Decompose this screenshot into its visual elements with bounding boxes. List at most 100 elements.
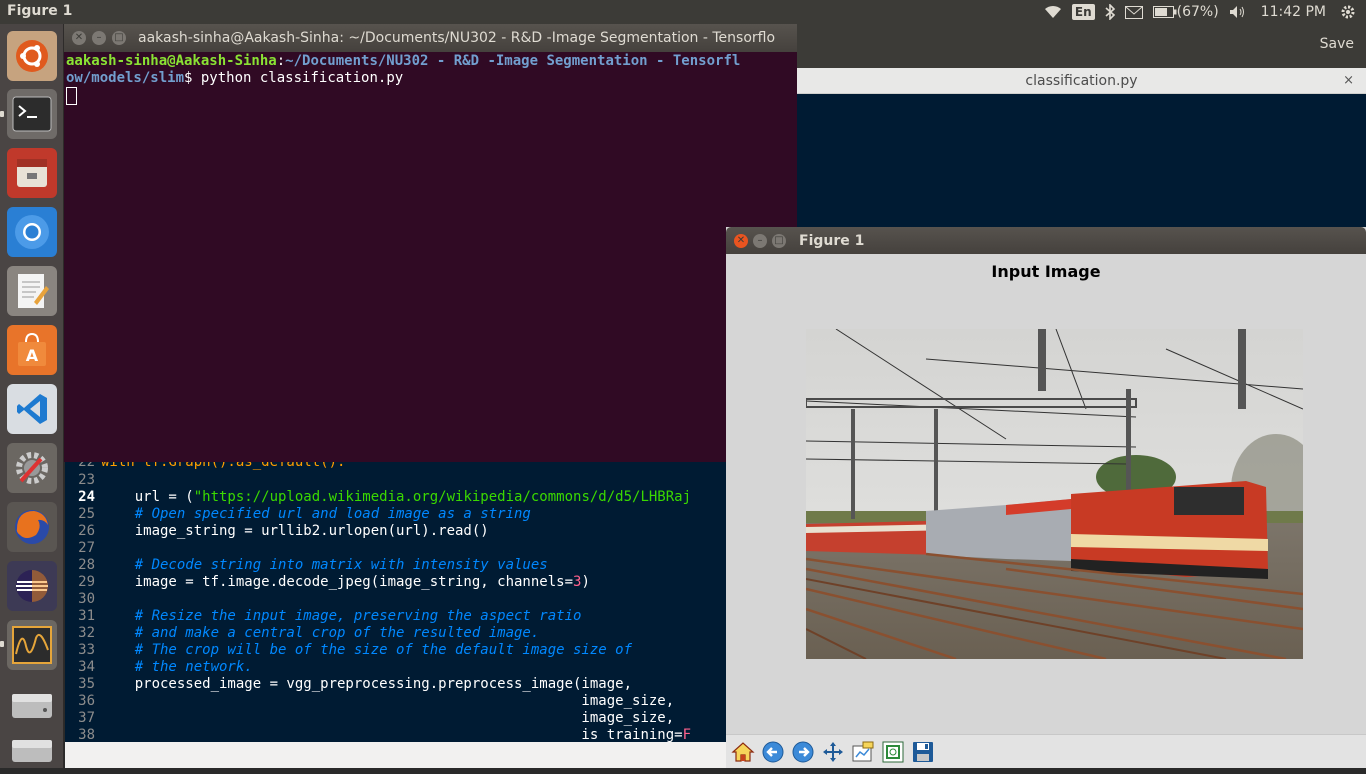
removable-drive-icon[interactable] <box>7 724 57 774</box>
line-number: 34 <box>78 659 95 675</box>
code-token: is_training= <box>101 727 683 742</box>
code-line: 32 # and make a central crop of the resu… <box>65 625 727 642</box>
code-line: 33 # The crop will be of the size of the… <box>65 642 727 659</box>
code-line: 27 <box>65 540 727 557</box>
chromium-icon[interactable] <box>7 207 57 257</box>
terminal-title: aakash-sinha@Aakash-Sinha: ~/Documents/N… <box>138 30 776 46</box>
clock[interactable]: 11:42 PM <box>1257 0 1330 24</box>
close-icon[interactable]: ✕ <box>72 31 86 45</box>
launcher: A <box>0 24 64 768</box>
line-number: 30 <box>78 591 95 607</box>
code-line: 36 image_size, <box>65 693 727 710</box>
code-token: image_string = urllib2.urlopen(url).read… <box>101 523 489 539</box>
code-token: # The crop will be of the size of the de… <box>101 642 633 658</box>
code-line: 25 # Open specified url and load image a… <box>65 506 727 523</box>
prompt-path-continued: ow/models/slim <box>66 70 185 86</box>
bluetooth-icon[interactable] <box>1105 0 1115 24</box>
system-monitor-icon[interactable] <box>7 620 57 670</box>
line-number: 27 <box>78 540 95 556</box>
code-token: url = ( <box>101 489 194 505</box>
code-token: "https://upload.wikimedia.org/wikipedia/… <box>193 489 692 505</box>
line-number: 32 <box>78 625 95 641</box>
keyboard-language-indicator[interactable]: En <box>1071 0 1095 24</box>
battery-icon <box>1152 6 1177 18</box>
code-text: with tf.Graph().as_default(): <box>101 462 346 470</box>
editor-status-bar <box>65 742 727 768</box>
vscode-icon[interactable] <box>7 384 57 434</box>
editor-tab-label: classification.py <box>1025 73 1138 89</box>
figure-window[interactable]: ✕ – □ Figure 1 Input Image <box>726 227 1366 768</box>
line-number: 37 <box>78 710 95 726</box>
prompt-user: aakash-sinha@Aakash-Sinha <box>66 53 277 69</box>
code-line: 23 <box>65 472 727 489</box>
eclipse-icon[interactable] <box>7 561 57 611</box>
line-number: 28 <box>78 557 95 573</box>
plot-title: Input Image <box>991 262 1101 281</box>
software-center-icon[interactable]: A <box>7 325 57 375</box>
battery-indicator[interactable]: (67%) <box>1152 0 1219 24</box>
terminal-titlebar[interactable]: ✕ – □ aakash-sinha@Aakash-Sinha: ~/Docum… <box>64 24 797 52</box>
save-figure-icon[interactable] <box>910 739 936 765</box>
files-icon[interactable] <box>7 148 57 198</box>
forward-icon[interactable] <box>790 739 816 765</box>
language-badge: En <box>1071 4 1095 20</box>
code-token: F <box>682 727 692 742</box>
active-app-title: Figure 1 <box>7 3 73 19</box>
terminal-command: python classification.py <box>192 70 404 86</box>
line-number: 31 <box>78 608 95 624</box>
figure-title: Figure 1 <box>799 233 865 249</box>
code-token: image_size, <box>101 693 675 709</box>
terminal-output: aakash-sinha@Aakash-Sinha:~/Documents/NU… <box>66 53 741 86</box>
code-line: 26 image_string = urllib2.urlopen(url).r… <box>65 523 727 540</box>
top-panel: Figure 1 En (67%) 11:42 PM <box>0 0 1366 24</box>
code-line: 34 # the network. <box>65 659 727 676</box>
code-line: 30 <box>65 591 727 608</box>
line-number: 29 <box>78 574 95 590</box>
zoom-icon[interactable] <box>880 739 906 765</box>
mail-icon[interactable] <box>1124 0 1143 24</box>
maximize-icon[interactable]: □ <box>112 31 126 45</box>
code-token: image_size, <box>101 710 675 726</box>
tab-close-icon[interactable]: × <box>1343 68 1354 94</box>
line-number: 23 <box>78 472 95 488</box>
line-number: 24 <box>78 489 95 505</box>
prompt-path: ~/Documents/NU302 - R&D -Image Segmentat… <box>285 53 741 69</box>
line-number: 36 <box>78 693 95 709</box>
code-line: 38 is_training=F <box>65 727 727 742</box>
ubuntu-dash-icon[interactable] <box>7 31 57 81</box>
terminal-window[interactable]: ✕ – □ aakash-sinha@Aakash-Sinha: ~/Docum… <box>64 24 797 462</box>
code-line: 37 image_size, <box>65 710 727 727</box>
maximize-icon[interactable]: □ <box>772 234 786 248</box>
save-button[interactable]: Save <box>1320 36 1354 52</box>
code-token: # the network. <box>101 659 253 675</box>
firefox-icon[interactable] <box>7 502 57 552</box>
close-icon[interactable]: ✕ <box>734 234 748 248</box>
back-icon[interactable] <box>760 739 786 765</box>
minimize-icon[interactable]: – <box>753 234 767 248</box>
minimize-icon[interactable]: – <box>92 31 106 45</box>
figure-titlebar[interactable]: ✕ – □ Figure 1 <box>726 227 1366 254</box>
code-token: processed_image = vgg_preprocessing.prep… <box>101 676 633 692</box>
code-line: 35 processed_image = vgg_preprocessing.p… <box>65 676 727 693</box>
home-icon[interactable] <box>730 739 756 765</box>
line-number: 26 <box>78 523 95 539</box>
wifi-icon[interactable] <box>1044 0 1062 24</box>
system-settings-icon[interactable] <box>7 443 57 493</box>
settings-gear-icon[interactable] <box>1340 0 1356 24</box>
editor-tab[interactable]: classification.py × <box>797 68 1366 94</box>
code-line: 28 # Decode string into matrix with inte… <box>65 557 727 574</box>
code-editor[interactable]: 22 with tf.Graph().as_default(): 23 24 url … <box>65 462 727 742</box>
code-line: 29 image = tf.image.decode_jpeg(image_st… <box>65 574 727 591</box>
editor-headerbar: Save <box>797 24 1366 68</box>
line-number: 35 <box>78 676 95 692</box>
pan-icon[interactable] <box>820 739 846 765</box>
line-number: 38 <box>78 727 95 742</box>
text-editor-icon[interactable] <box>7 266 57 316</box>
terminal-icon[interactable] <box>7 89 57 139</box>
disk-drive-icon[interactable] <box>7 679 57 729</box>
volume-icon[interactable] <box>1229 0 1247 24</box>
line-number: 22 <box>78 462 95 470</box>
indicator-area: En (67%) 11:42 PM <box>1044 0 1366 24</box>
configure-subplots-icon[interactable] <box>850 739 876 765</box>
train-photo <box>806 329 1303 659</box>
